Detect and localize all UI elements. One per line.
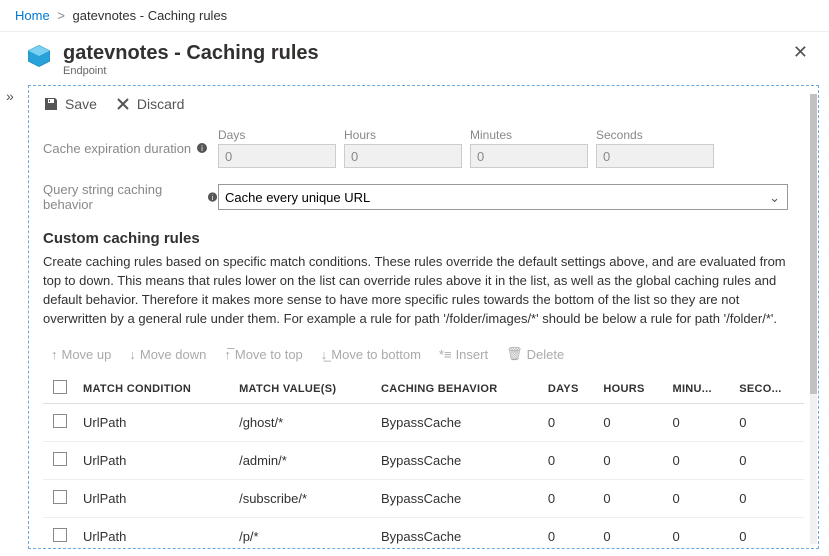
row-checkbox[interactable] — [53, 528, 67, 542]
col-behavior[interactable]: CACHING BEHAVIOR — [375, 374, 542, 404]
page-title: gatevnotes - Caching rules — [63, 42, 319, 65]
cell-condition: UrlPath — [77, 442, 233, 480]
breadcrumb-sep: > — [57, 8, 65, 23]
qsc-label: Query string caching behavior i — [43, 182, 218, 212]
save-button[interactable]: Save — [43, 96, 97, 112]
cell-days: 0 — [542, 518, 598, 549]
breadcrumb-home[interactable]: Home — [15, 8, 50, 23]
move-down-button[interactable]: ↓Move down — [129, 346, 206, 362]
cell-condition: UrlPath — [77, 404, 233, 442]
hours-input — [344, 144, 462, 168]
cell-min: 0 — [666, 404, 733, 442]
hours-label: Hours — [344, 128, 462, 142]
cell-behavior: BypassCache — [375, 442, 542, 480]
arrow-down-icon: ↓ — [129, 347, 136, 362]
info-icon[interactable]: i — [196, 142, 208, 154]
info-icon[interactable]: i — [207, 191, 218, 203]
arrow-top-icon: ↑̅ — [224, 347, 231, 362]
row-checkbox[interactable] — [53, 490, 67, 504]
row-checkbox[interactable] — [53, 452, 67, 466]
days-input — [218, 144, 336, 168]
page-header: gatevnotes - Caching rules Endpoint ✕ — [0, 32, 829, 85]
col-minutes[interactable]: MINU... — [666, 374, 733, 404]
cell-days: 0 — [542, 404, 598, 442]
breadcrumb-current: gatevnotes - Caching rules — [73, 8, 228, 23]
endpoint-icon — [25, 42, 53, 70]
col-hours[interactable]: HOURS — [597, 374, 666, 404]
cell-behavior: BypassCache — [375, 404, 542, 442]
move-up-button[interactable]: ↑Move up — [51, 346, 111, 362]
cell-sec: 0 — [733, 404, 804, 442]
save-icon — [43, 96, 59, 112]
cell-days: 0 — [542, 480, 598, 518]
move-bottom-button[interactable]: ↓̲Move to bottom — [321, 346, 421, 362]
expand-chevron-icon[interactable]: » — [6, 88, 14, 104]
cell-condition: UrlPath — [77, 518, 233, 549]
cell-value: /p/* — [233, 518, 375, 549]
table-toolbar: ↑Move up ↓Move down ↑̅Move to top ↓̲Move… — [43, 346, 804, 362]
trash-icon: 🗑 — [506, 346, 523, 362]
seconds-input — [596, 144, 714, 168]
scrollbar-thumb[interactable] — [810, 94, 817, 394]
cell-sec: 0 — [733, 518, 804, 549]
cell-hours: 0 — [597, 404, 666, 442]
rules-table: MATCH CONDITION MATCH VALUE(S) CACHING B… — [43, 374, 804, 549]
cell-sec: 0 — [733, 480, 804, 518]
cell-sec: 0 — [733, 442, 804, 480]
cell-days: 0 — [542, 442, 598, 480]
col-condition[interactable]: MATCH CONDITION — [77, 374, 233, 404]
save-label: Save — [65, 96, 97, 112]
discard-label: Discard — [137, 96, 184, 112]
delete-button[interactable]: 🗑Delete — [506, 346, 564, 362]
qsc-row: Query string caching behavior i Cache ev… — [43, 182, 804, 212]
close-button[interactable]: ✕ — [787, 42, 814, 63]
cell-condition: UrlPath — [77, 480, 233, 518]
section-desc: Create caching rules based on specific m… — [43, 253, 804, 328]
move-top-button[interactable]: ↑̅Move to top — [224, 346, 302, 362]
table-row[interactable]: UrlPath/p/*BypassCache0000 — [43, 518, 804, 549]
qsc-select[interactable]: Cache every unique URL — [218, 184, 788, 210]
cell-value: /admin/* — [233, 442, 375, 480]
section-title: Custom caching rules — [43, 230, 804, 247]
svg-text:i: i — [201, 144, 203, 153]
cell-value: /ghost/* — [233, 404, 375, 442]
table-row[interactable]: UrlPath/ghost/*BypassCache0000 — [43, 404, 804, 442]
seconds-label: Seconds — [596, 128, 714, 142]
col-value[interactable]: MATCH VALUE(S) — [233, 374, 375, 404]
arrow-up-icon: ↑ — [51, 347, 58, 362]
cell-behavior: BypassCache — [375, 518, 542, 549]
col-days[interactable]: DAYS — [542, 374, 598, 404]
row-checkbox[interactable] — [53, 414, 67, 428]
table-row[interactable]: UrlPath/subscribe/*BypassCache0000 — [43, 480, 804, 518]
insert-button[interactable]: *≡Insert — [439, 346, 488, 362]
breadcrumb: Home > gatevnotes - Caching rules — [0, 0, 829, 32]
days-label: Days — [218, 128, 336, 142]
cell-min: 0 — [666, 480, 733, 518]
discard-button[interactable]: Discard — [115, 96, 184, 112]
minutes-label: Minutes — [470, 128, 588, 142]
col-seconds[interactable]: SECO... — [733, 374, 804, 404]
cell-min: 0 — [666, 442, 733, 480]
settings-panel: Save Discard Cache expiration duration i… — [28, 85, 819, 549]
action-toolbar: Save Discard — [43, 96, 804, 112]
cell-hours: 0 — [597, 518, 666, 549]
cell-min: 0 — [666, 518, 733, 549]
table-row[interactable]: UrlPath/admin/*BypassCache0000 — [43, 442, 804, 480]
expiration-label: Cache expiration duration i — [43, 141, 218, 156]
cell-hours: 0 — [597, 442, 666, 480]
expiration-row: Cache expiration duration i Days Hours M… — [43, 128, 804, 168]
minutes-input — [470, 144, 588, 168]
insert-icon: *≡ — [439, 347, 452, 362]
cell-hours: 0 — [597, 480, 666, 518]
cell-value: /subscribe/* — [233, 480, 375, 518]
arrow-bottom-icon: ↓̲ — [321, 347, 328, 362]
cell-behavior: BypassCache — [375, 480, 542, 518]
page-subtitle: Endpoint — [63, 65, 319, 77]
select-all-checkbox[interactable] — [53, 380, 67, 394]
discard-icon — [115, 96, 131, 112]
